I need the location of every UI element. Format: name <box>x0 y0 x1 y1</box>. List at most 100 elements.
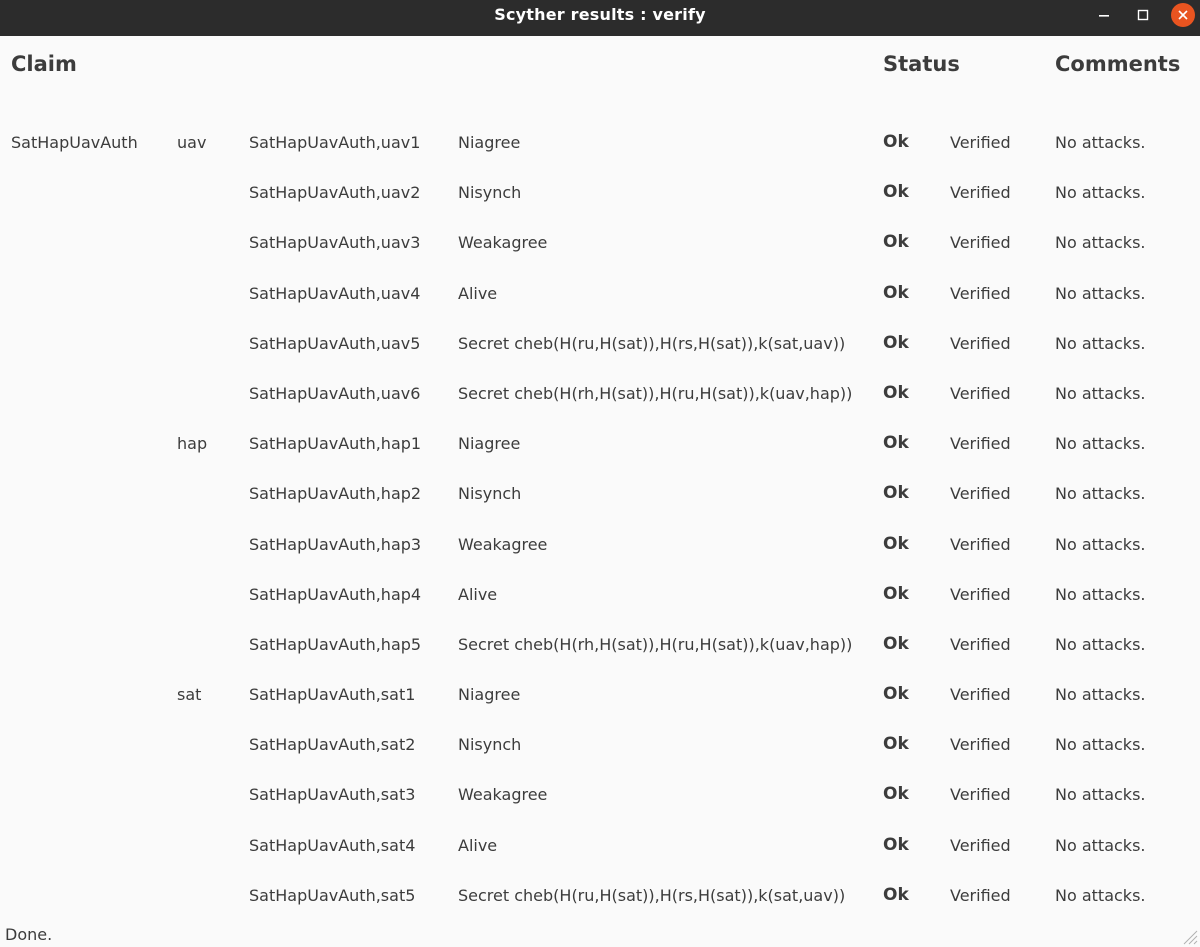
claim-id: SatHapUavAuth,sat1 <box>249 685 416 705</box>
status-bar-text: Done. <box>5 925 53 944</box>
claim-description: Alive <box>458 584 498 604</box>
table-row: SatHapUavAuth,sat2 Nisynch Ok Verified No at… <box>0 721 1200 771</box>
claim-role: sat <box>177 685 202 705</box>
claim-id: SatHapUavAuth,uav4 <box>249 283 421 303</box>
status-ok: Ok <box>883 784 909 805</box>
status-verdict: Verified <box>950 183 1011 203</box>
status-ok: Ok <box>883 834 909 855</box>
table-row: sat SatHapUavAuth,sat1 Niagree Ok Verified No… <box>0 671 1200 721</box>
claim-description: Secret cheb(H(ru,H(sat)),H(rs,H(sat)),k(… <box>458 333 846 353</box>
status-verdict: Verified <box>950 835 1011 855</box>
results-table: SatHapUavAuth uav SatHapUavAuth,uav1 Niagre… <box>0 119 1200 922</box>
status-verdict: Verified <box>950 685 1011 705</box>
claim-id: SatHapUavAuth,hap2 <box>249 484 422 504</box>
status-verdict: Verified <box>950 634 1011 654</box>
status-verdict: Verified <box>950 133 1011 152</box>
claim-description: Secret cheb(H(rh,H(sat)),H(ru,H(sat)),k(… <box>458 383 853 403</box>
table-row: SatHapUavAuth,hap5 Secret cheb(H(rh,H(sat… <box>0 621 1200 671</box>
header-status: Status <box>883 52 960 76</box>
table-row: SatHapUavAuth,uav5 Secret cheb(H(ru,H(sat… <box>0 320 1200 370</box>
comment-text: No attacks. <box>1055 434 1146 454</box>
claim-description: Nisynch <box>458 735 522 755</box>
maximize-icon <box>1137 9 1149 21</box>
resize-grip-icon[interactable] <box>1180 927 1198 945</box>
status-ok: Ok <box>883 332 909 353</box>
comment-text: No attacks. <box>1055 534 1146 554</box>
status-ok: Ok <box>883 433 909 454</box>
status-verdict: Verified <box>950 434 1011 454</box>
table-row: SatHapUavAuth,hap4 Alive Ok Verified No atta… <box>0 571 1200 621</box>
window-title: Scyther results : verify <box>494 5 706 24</box>
status-verdict: Verified <box>950 534 1011 554</box>
title-bar[interactable]: Scyther results : verify <box>0 0 1200 36</box>
table-row: SatHapUavAuth,sat3 Weakagree Ok Verified No … <box>0 771 1200 821</box>
claim-id: SatHapUavAuth,sat4 <box>249 835 416 855</box>
comment-text: No attacks. <box>1055 383 1146 403</box>
comment-text: No attacks. <box>1055 885 1146 905</box>
status-ok: Ok <box>883 182 909 203</box>
comment-text: No attacks. <box>1055 735 1146 755</box>
minimize-icon <box>1099 15 1109 17</box>
status-verdict: Verified <box>950 383 1011 403</box>
comment-text: No attacks. <box>1055 283 1146 303</box>
table-row: hap SatHapUavAuth,hap1 Niagree Ok Verified No… <box>0 420 1200 470</box>
status-ok: Ok <box>883 633 909 654</box>
status-ok: Ok <box>883 583 909 604</box>
claim-description: Weakagree <box>458 785 548 805</box>
status-ok: Ok <box>883 382 909 403</box>
claim-id: SatHapUavAuth,hap3 <box>249 534 422 554</box>
claim-protocol: SatHapUavAuth <box>11 133 138 152</box>
claim-id: SatHapUavAuth,uav6 <box>249 383 421 403</box>
status-ok: Ok <box>883 884 909 905</box>
claim-id: SatHapUavAuth,hap4 <box>249 584 422 604</box>
status-ok: Ok <box>883 282 909 303</box>
comment-text: No attacks. <box>1055 584 1146 604</box>
comment-text: No attacks. <box>1055 835 1146 855</box>
maximize-button[interactable] <box>1131 3 1155 27</box>
claim-description: Weakagree <box>458 233 548 253</box>
claim-id: SatHapUavAuth,sat5 <box>249 885 416 905</box>
claim-role: hap <box>177 434 208 454</box>
claim-id: SatHapUavAuth,uav5 <box>249 333 421 353</box>
table-row: SatHapUavAuth,sat5 Secret cheb(H(ru,H(sat… <box>0 872 1200 922</box>
comment-text: No attacks. <box>1055 183 1146 203</box>
claim-description: Weakagree <box>458 534 548 554</box>
table-row: SatHapUavAuth,hap3 Weakagree Ok Verified No … <box>0 521 1200 571</box>
status-verdict: Verified <box>950 484 1011 504</box>
status-verdict: Verified <box>950 785 1011 805</box>
comment-text: No attacks. <box>1055 685 1146 705</box>
claim-id: SatHapUavAuth,hap5 <box>249 634 422 654</box>
status-verdict: Verified <box>950 283 1011 303</box>
table-row: SatHapUavAuth,uav6 Secret cheb(H(rh,H(sat… <box>0 370 1200 420</box>
column-headers: Claim Status Comments <box>0 36 1200 96</box>
status-verdict: Verified <box>950 584 1011 604</box>
comment-text: No attacks. <box>1055 484 1146 504</box>
status-verdict: Verified <box>950 885 1011 905</box>
status-ok: Ok <box>883 132 909 152</box>
claim-id: SatHapUavAuth,hap1 <box>249 434 422 454</box>
minimize-button[interactable] <box>1092 3 1116 27</box>
comment-text: No attacks. <box>1055 133 1146 152</box>
claim-id: SatHapUavAuth,uav1 <box>249 133 421 152</box>
comment-text: No attacks. <box>1055 233 1146 253</box>
close-icon <box>1178 10 1188 20</box>
status-verdict: Verified <box>950 233 1011 253</box>
claim-description: Alive <box>458 283 498 303</box>
status-ok: Ok <box>883 232 909 253</box>
claim-description: Secret cheb(H(rh,H(sat)),H(ru,H(sat)),k(… <box>458 634 853 654</box>
claim-description: Niagree <box>458 133 521 152</box>
claim-description: Niagree <box>458 685 521 705</box>
table-row: SatHapUavAuth,uav4 Alive Ok Verified No atta… <box>0 270 1200 320</box>
status-ok: Ok <box>883 533 909 554</box>
comment-text: No attacks. <box>1055 785 1146 805</box>
claim-description: Nisynch <box>458 484 522 504</box>
status-ok: Ok <box>883 483 909 504</box>
table-row: SatHapUavAuth,sat4 Alive Ok Verified No atta… <box>0 822 1200 872</box>
header-claim: Claim <box>11 52 77 76</box>
close-button[interactable] <box>1171 3 1195 27</box>
claim-id: SatHapUavAuth,sat2 <box>249 735 416 755</box>
table-row: SatHapUavAuth,hap2 Nisynch Ok Verified No at… <box>0 470 1200 520</box>
table-row: SatHapUavAuth,uav2 Nisynch Ok Verified No at… <box>0 169 1200 219</box>
claim-id: SatHapUavAuth,uav2 <box>249 183 421 203</box>
status-verdict: Verified <box>950 333 1011 353</box>
